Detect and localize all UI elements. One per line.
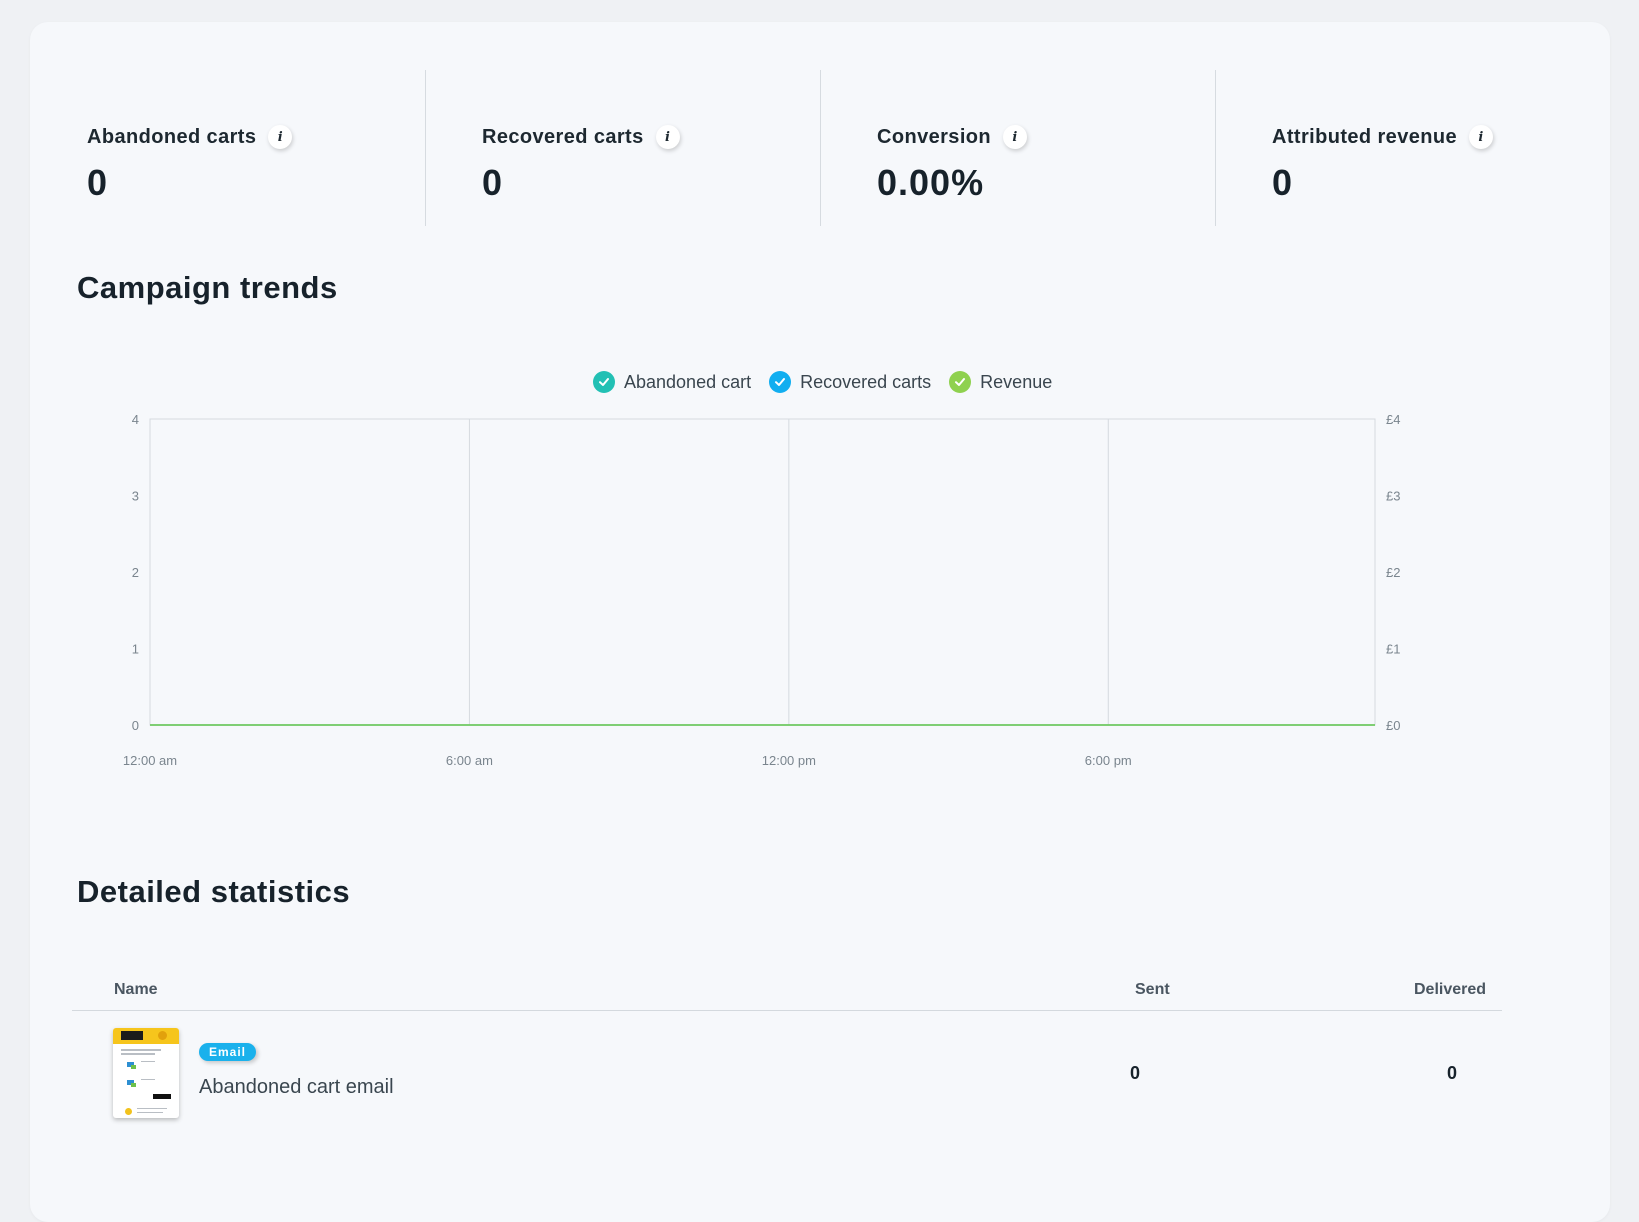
sent-count: 0 <box>1130 1063 1141 1083</box>
email-thumbnail[interactable] <box>113 1028 179 1118</box>
y-tick-label: 1 <box>132 642 139 657</box>
x-tick-label: 12:00 pm <box>762 753 816 768</box>
x-tick-label: 6:00 am <box>446 753 493 768</box>
y2-tick-label: £4 <box>1386 412 1400 427</box>
y2-tick-label: £3 <box>1386 489 1400 504</box>
column-header-sent[interactable]: Sent <box>1135 981 1170 999</box>
y-tick-label: 0 <box>132 718 139 733</box>
detailed-statistics-title: Detailed statistics <box>77 874 351 909</box>
campaign-name-link[interactable]: Abandoned cart email <box>199 1076 394 1099</box>
y-tick-label: 4 <box>132 412 139 427</box>
x-tick-label: 6:00 pm <box>1085 753 1132 768</box>
y2-tick-label: £0 <box>1386 718 1400 733</box>
report-card: Abandoned carts i 0 Recovered carts i 0 … <box>30 22 1610 1222</box>
y-tick-label: 2 <box>132 565 139 580</box>
x-tick-label: 12:00 am <box>123 753 177 768</box>
column-header-delivered[interactable]: Delivered <box>1414 981 1486 999</box>
y-tick-label: 3 <box>132 489 139 504</box>
y2-tick-label: £2 <box>1386 565 1400 580</box>
campaign-trends-chart: 12:00 am 6:00 am 12:00 pm 6:00 pm 0 1 2 3 4 £0 £1 £… <box>123 412 1401 768</box>
delivered-count: 0 <box>1447 1063 1458 1083</box>
table-header: Name Sent Delivered <box>72 977 1502 1011</box>
table-row[interactable]: Email Abandoned cart email 0 0 <box>72 1026 1502 1122</box>
y2-tick-label: £1 <box>1386 642 1400 657</box>
plot-frame <box>149 418 1376 726</box>
channel-badge: Email <box>199 1043 257 1061</box>
column-header-name[interactable]: Name <box>114 981 158 999</box>
